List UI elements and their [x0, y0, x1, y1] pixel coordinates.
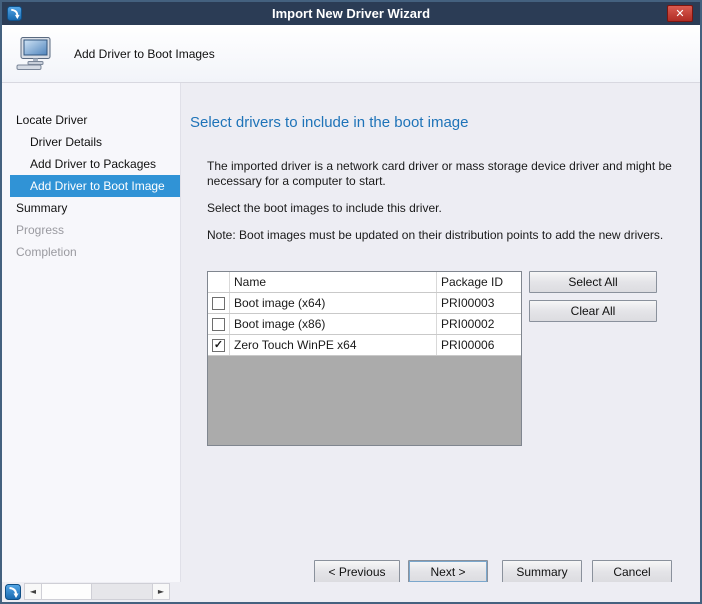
sidebar-step-add-driver-to-packages: Add Driver to Packages	[2, 153, 180, 175]
selection-buttons: Select All Clear All	[529, 271, 657, 329]
column-header-package-id[interactable]: Package ID	[437, 272, 521, 292]
previous-button[interactable]: < Previous	[314, 560, 400, 583]
computer-icon	[16, 37, 54, 70]
bottom-strip: ◄ ►	[2, 582, 700, 602]
close-button[interactable]: ✕	[667, 5, 693, 22]
instruction-text: Select the boot images to include this d…	[207, 201, 687, 216]
wizard-window: Import New Driver Wizard ✕ Add Driver to…	[0, 0, 702, 604]
row-package-id: PRI00003	[437, 293, 521, 313]
clear-all-button[interactable]: Clear All	[529, 300, 657, 322]
scroll-left-icon[interactable]: ◄	[25, 584, 42, 599]
page-title: Select drivers to include in the boot im…	[190, 114, 700, 131]
row-name: Zero Touch WinPE x64	[230, 335, 437, 355]
main-content: Select drivers to include in the boot im…	[180, 83, 700, 582]
checkbox-cell	[208, 314, 230, 334]
table-row[interactable]: Zero Touch WinPE x64 PRI00006	[208, 335, 521, 356]
column-header-name[interactable]: Name	[230, 272, 437, 292]
sidebar-step-progress: Progress	[2, 219, 180, 241]
column-header-checkbox	[208, 272, 230, 292]
scrollbar-thumb[interactable]	[42, 584, 92, 599]
table-row[interactable]: Boot image (x64) PRI00003	[208, 293, 521, 314]
select-all-button[interactable]: Select All	[529, 271, 657, 293]
description-text: The imported driver is a network card dr…	[207, 159, 687, 189]
row-checkbox[interactable]	[212, 318, 225, 331]
cancel-button[interactable]: Cancel	[592, 560, 672, 583]
close-icon: ✕	[675, 8, 684, 19]
sidebar-step-add-driver-to-boot-image: Add Driver to Boot Image	[10, 175, 180, 197]
row-checkbox[interactable]	[212, 297, 225, 310]
wizard-corner-icon	[5, 584, 21, 600]
wizard-body: Locate Driver Driver Details Add Driver …	[2, 83, 700, 582]
checkbox-cell	[208, 335, 230, 355]
scroll-right-icon[interactable]: ►	[152, 584, 169, 599]
sidebar-step-completion: Completion	[2, 241, 180, 263]
table-empty-area	[208, 356, 521, 445]
row-checkbox[interactable]	[212, 339, 225, 352]
boot-image-selection: Name Package ID Boot image (x64) PRI0000…	[207, 271, 700, 446]
sidebar-step-summary: Summary	[2, 197, 180, 219]
row-name: Boot image (x64)	[230, 293, 437, 313]
description-block: The imported driver is a network card dr…	[207, 159, 687, 243]
checkbox-cell	[208, 293, 230, 313]
titlebar: Import New Driver Wizard ✕	[2, 2, 700, 25]
note-text: Note: Boot images must be updated on the…	[207, 228, 687, 243]
sidebar-step-locate-driver: Locate Driver	[2, 109, 180, 131]
table-header-row: Name Package ID	[208, 272, 521, 293]
row-package-id: PRI00006	[437, 335, 521, 355]
table-row[interactable]: Boot image (x86) PRI00002	[208, 314, 521, 335]
row-name: Boot image (x86)	[230, 314, 437, 334]
window-title: Import New Driver Wizard	[2, 6, 700, 21]
boot-images-table: Name Package ID Boot image (x64) PRI0000…	[207, 271, 522, 446]
header-title: Add Driver to Boot Images	[74, 47, 215, 61]
summary-button[interactable]: Summary	[502, 560, 582, 583]
wizard-header: Add Driver to Boot Images	[2, 25, 700, 83]
wizard-steps-sidebar: Locate Driver Driver Details Add Driver …	[2, 83, 180, 582]
sidebar-step-driver-details: Driver Details	[2, 131, 180, 153]
next-button[interactable]: Next >	[408, 560, 488, 583]
wizard-navigation: < Previous Next > Summary Cancel	[314, 560, 672, 583]
row-package-id: PRI00002	[437, 314, 521, 334]
horizontal-scrollbar[interactable]: ◄ ►	[24, 583, 170, 600]
scrollbar-track[interactable]	[92, 584, 152, 599]
